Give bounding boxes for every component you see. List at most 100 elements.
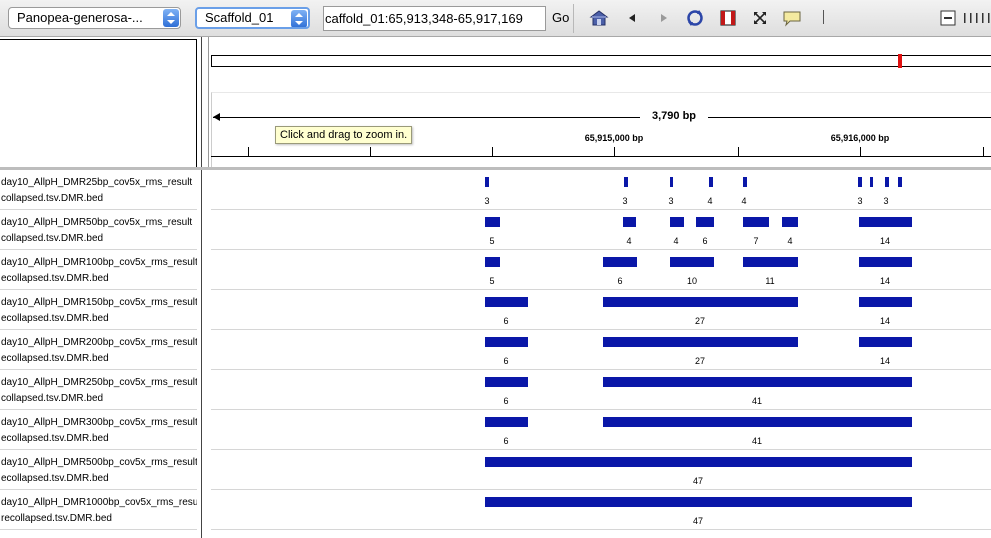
genome-dropdown[interactable]: Panopea-generosa-... [8,7,181,29]
popup-info-icon[interactable] [782,8,802,28]
dmr-feature[interactable] [485,177,489,187]
dmr-feature[interactable] [670,257,714,267]
region-of-interest-icon[interactable] [718,8,738,28]
home-icon[interactable] [589,8,609,28]
dmr-feature[interactable] [623,217,636,227]
dmr-feature[interactable] [859,337,912,347]
track-name-line2: ecollapsed.tsv.DMR.bed [1,273,109,284]
track-row: day10_AllpH_DMR150bp_cov5x_rms_result eco… [0,290,991,330]
track-name[interactable]: day10_AllpH_DMR500bp_cov5x_rms_result eco… [0,450,197,490]
ruler-tick-label: 65,916,000 bp [830,133,890,143]
feature-label: 5 [489,236,495,246]
forward-arrow-icon[interactable] [654,8,674,28]
dmr-feature[interactable] [624,177,628,187]
track-name-header-panel [0,39,197,168]
feature-label: 4 [741,196,747,206]
dmr-feature[interactable] [885,177,889,187]
dmr-feature[interactable] [670,217,684,227]
feature-label: 11 [765,276,775,286]
span-left-arrow-icon [213,113,220,121]
dmr-feature[interactable] [485,337,528,347]
feature-label: 3 [668,196,674,206]
refresh-icon[interactable] [685,8,705,28]
feature-label: 4 [787,236,793,246]
track-data-area[interactable]: 5 6 10 11 14 [211,250,991,290]
track-data-area[interactable]: 47 [211,450,991,490]
track-name[interactable]: day10_AllpH_DMR200bp_cov5x_rms_result eco… [0,330,197,370]
ruler-axis-line [211,156,991,157]
dmr-feature[interactable] [603,297,798,307]
track-name-line1: day10_AllpH_DMR25bp_cov5x_rms_result [1,177,193,188]
dmr-feature[interactable] [696,217,714,227]
track-data-area[interactable]: 6 27 14 [211,290,991,330]
track-data-area[interactable]: 6 41 [211,370,991,410]
track-name-line1: day10_AllpH_DMR50bp_cov5x_rms_result [1,217,193,228]
track-data-area[interactable]: 6 41 [211,410,991,450]
resize-to-window-icon[interactable] [750,8,770,28]
feature-label: 27 [694,356,706,366]
ruler-tick [370,147,371,156]
dmr-feature[interactable] [782,217,798,227]
dmr-feature[interactable] [743,257,798,267]
track-name[interactable]: day10_AllpH_DMR1000bp_cov5x_rms_result re… [0,490,197,530]
toolbar-separator [823,10,824,24]
locus-search-input[interactable]: caffold_01:65,913,348-65,917,169 [323,6,546,31]
feature-label: 41 [751,436,763,446]
track-data-area[interactable]: 5 4 4 6 7 4 14 [211,210,991,250]
feature-label: 3 [484,196,490,206]
dropdown-stepper-icon [291,10,307,27]
dmr-feature[interactable] [485,217,500,227]
dmr-feature[interactable] [870,177,873,187]
feature-label: 10 [686,276,698,286]
dmr-feature[interactable] [603,257,637,267]
track-data-area[interactable]: 3 3 3 4 4 3 3 [211,170,991,210]
dmr-feature[interactable] [485,457,912,467]
feature-label: 14 [879,316,891,326]
feature-label: 4 [626,236,632,246]
ideogram-current-region-marker [898,54,902,68]
attribute-panel-divider[interactable] [208,37,209,168]
dmr-feature[interactable] [859,257,912,267]
ruler-tick [614,147,615,156]
dmr-feature[interactable] [603,337,798,347]
dmr-feature[interactable] [485,377,528,387]
zoom-slider-icon[interactable] [962,8,990,28]
track-name[interactable]: day10_AllpH_DMR300bp_cov5x_rms_result eco… [0,410,197,450]
track-row: day10_AllpH_DMR100bp_cov5x_rms_result eco… [0,250,991,290]
dmr-feature[interactable] [859,217,912,227]
dmr-feature[interactable] [859,297,912,307]
zoom-out-icon[interactable] [938,8,958,28]
zoom-hint-tooltip: Click and drag to zoom in. [275,126,413,144]
dmr-feature[interactable] [670,177,673,187]
chromosome-dropdown[interactable]: Scaffold_01 [195,7,310,29]
dmr-feature[interactable] [898,177,902,187]
track-name[interactable]: day10_AllpH_DMR150bp_cov5x_rms_result eco… [0,290,197,330]
dmr-feature[interactable] [485,297,528,307]
track-name[interactable]: day10_AllpH_DMR250bp_cov5x_rms_result col… [0,370,197,410]
back-arrow-icon[interactable] [622,8,642,28]
dmr-feature[interactable] [603,377,912,387]
dropdown-stepper-icon [163,9,179,27]
ruler-tick [248,147,249,156]
track-row: day10_AllpH_DMR250bp_cov5x_rms_result col… [0,370,991,410]
dmr-feature[interactable] [485,417,528,427]
track-data-area[interactable]: 47 [211,490,991,530]
ruler-span-line-left [213,117,640,118]
track-data-area[interactable]: 6 27 14 [211,330,991,370]
dmr-feature[interactable] [603,417,912,427]
dmr-feature[interactable] [709,177,713,187]
track-name[interactable]: day10_AllpH_DMR50bp_cov5x_rms_resultcoll… [0,210,197,250]
dmr-feature[interactable] [743,177,747,187]
feature-label: 6 [702,236,708,246]
track-name[interactable]: day10_AllpH_DMR100bp_cov5x_rms_result eco… [0,250,197,290]
dmr-feature[interactable] [858,177,862,187]
track-name[interactable]: day10_AllpH_DMR25bp_cov5x_rms_result coll… [0,170,197,210]
dmr-feature[interactable] [743,217,769,227]
feature-label: 5 [489,276,495,286]
dmr-feature[interactable] [485,257,500,267]
chromosome-ideogram[interactable] [211,55,991,67]
track-name-line2: collapsed.tsv.DMR.bed [1,233,104,244]
track-name-line2: ecollapsed.tsv.DMR.bed [1,313,109,324]
go-button[interactable]: Go [552,10,569,25]
dmr-feature[interactable] [485,497,912,507]
